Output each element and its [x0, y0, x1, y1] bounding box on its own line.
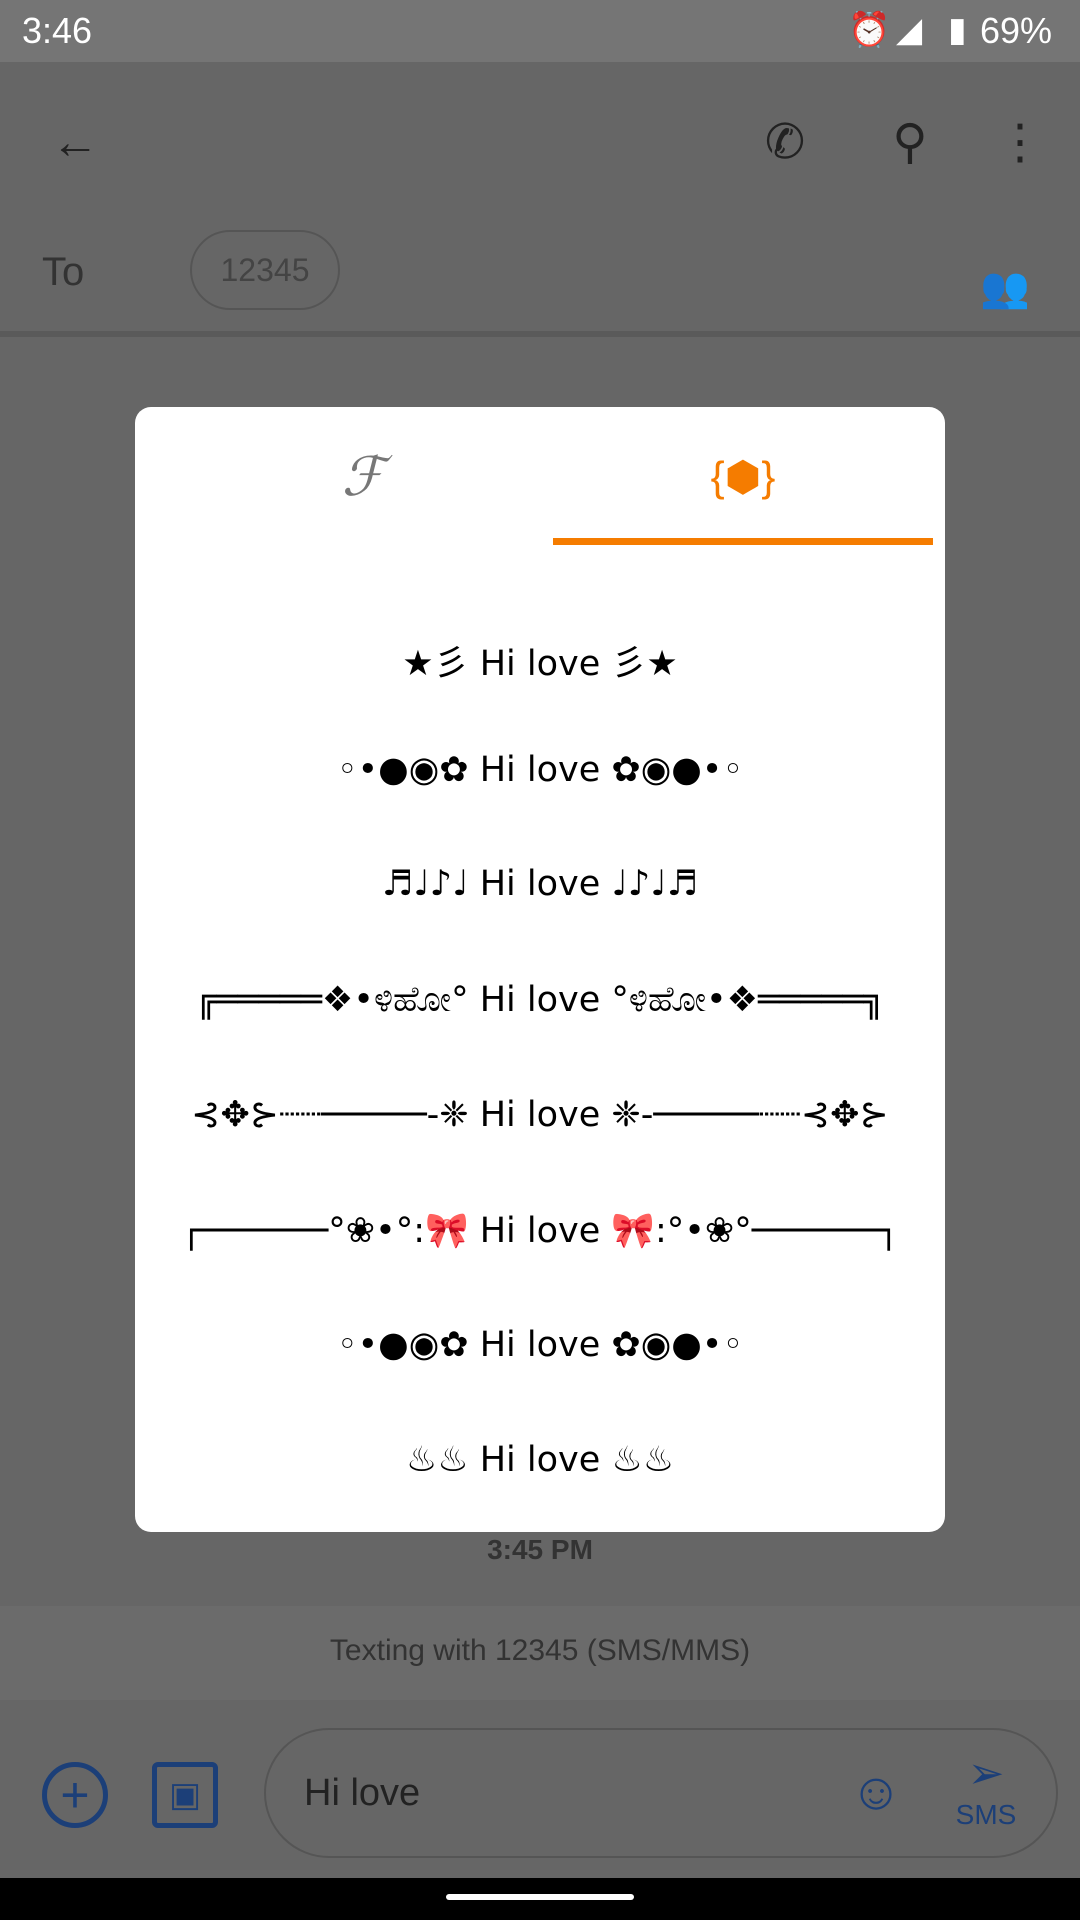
signal-off-icon: ◢	[896, 11, 923, 49]
status-bar: 3:46 ⏰ ◢ ▮ 69%	[0, 0, 1080, 62]
home-handle[interactable]	[446, 1894, 634, 1900]
decoration-item[interactable]: ◦•●◉✿ Hi love ✿◉●•◦	[135, 1325, 945, 1365]
decoration-item[interactable]: ◦•●◉✿ Hi love ✿◉●•◦	[135, 750, 945, 790]
tab-decorations[interactable]: {⬢}	[553, 407, 933, 545]
more-vert-icon[interactable]: ⋮	[990, 107, 1050, 177]
decoration-item[interactable]: ⊰✥⊱┈┈─────-❈ Hi love ❈-─────┈┈⊰✥⊱	[135, 1095, 945, 1135]
back-arrow-icon[interactable]: ←	[40, 107, 110, 177]
add-circle-icon[interactable]: +	[42, 1762, 108, 1828]
battery-icon: ▮	[948, 11, 967, 49]
clock: 3:46	[22, 10, 93, 51]
send-icon: ➢	[967, 1749, 1005, 1798]
send-label: SMS	[955, 1799, 1017, 1830]
group-add-icon[interactable]: 👥	[970, 252, 1040, 322]
text-decoration-dialog: ℱ {⬢} ★彡 Hi love 彡★ ◦•●◉✿ Hi love ✿◉●•◦ …	[135, 407, 945, 1532]
decoration-item[interactable]: ╔═════❖•ಳಿಹೋ° Hi love °ಳಿಹೋ•❖═════╗	[135, 980, 945, 1020]
tab-fonts[interactable]: ℱ	[173, 407, 553, 545]
send-button[interactable]: ➢ SMS	[946, 1748, 1026, 1831]
recipient-chip[interactable]: 12345	[190, 230, 340, 310]
decoration-item[interactable]: ♨♨ Hi love ♨♨	[135, 1440, 945, 1480]
navigation-bar	[0, 1878, 1080, 1920]
decoration-item[interactable]: ♬♩♪♩ Hi love ♩♪♩♬	[135, 864, 945, 904]
gallery-icon[interactable]: ▣	[152, 1762, 218, 1828]
tab-indicator	[553, 538, 933, 545]
app-bar: ← ✆ ⚲ ⋮ To 👥	[0, 62, 1080, 337]
emoji-icon[interactable]: ☺	[846, 1762, 906, 1822]
decoration-item[interactable]: ★彡 Hi love 彡★	[135, 635, 945, 686]
alarm-icon: ⏰	[848, 11, 891, 49]
texting-info: Texting with 12345 (SMS/MMS)	[329, 1634, 751, 1667]
message-timestamp: 3:45 PM	[487, 1534, 593, 1565]
decoration-item[interactable]: ┌──────°❀•°:🎀 Hi love 🎀:°•❀°──────┐	[135, 1210, 945, 1251]
battery-percent: 69%	[980, 10, 1053, 51]
message-text: Hi love	[304, 1772, 421, 1814]
to-label: To	[42, 250, 85, 294]
phone-icon[interactable]: ✆	[750, 107, 820, 177]
search-icon[interactable]: ⚲	[875, 107, 945, 177]
message-input[interactable]: Hi love ☺ ➢ SMS	[264, 1728, 1058, 1858]
